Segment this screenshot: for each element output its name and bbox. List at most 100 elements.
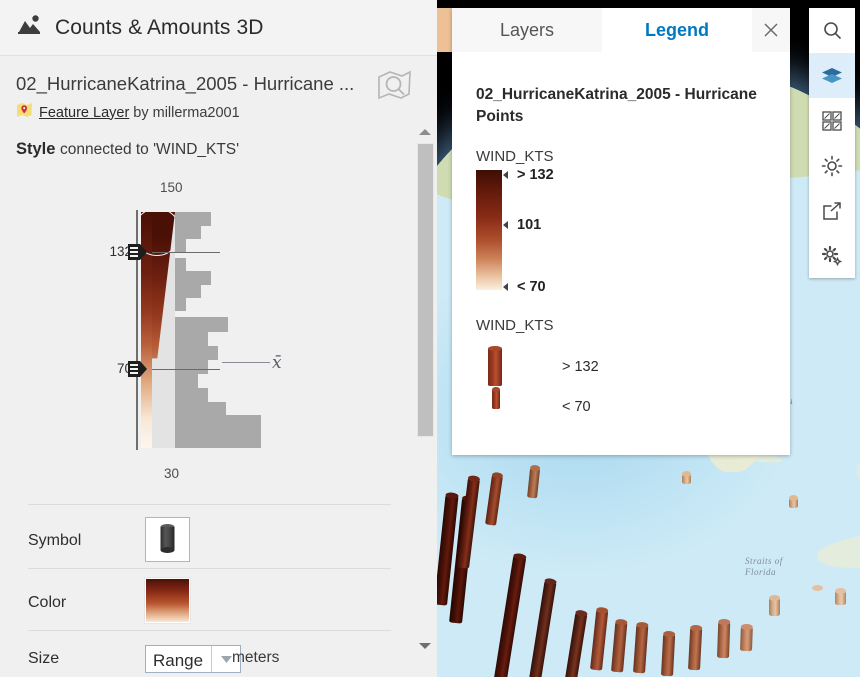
style-connection-text: Style connected to 'WIND_KTS' [16,140,239,159]
ramp-label-mid: 101 [517,217,542,233]
color-row-label: Color [28,594,67,611]
size-mode-value: Range [153,651,204,670]
legend-size-label-small: < 70 [562,399,591,415]
panel-tab-accent-strip [437,8,452,52]
hurricane-cylinder[interactable] [835,588,846,605]
legend-cylinder-large [488,345,502,386]
zoom-to-layer-button[interactable] [374,68,414,109]
histogram-bar [175,402,226,415]
tab-legend[interactable]: Legend [602,8,752,53]
histogram-bar [175,258,186,271]
hurricane-cylinder[interactable] [789,495,798,508]
ramp-tick-high [503,171,508,179]
legend-field-size: WIND_KTS [476,317,554,334]
layer-subtitle: Feature Layer by millerma2001 [16,102,240,123]
upper-handle-tick [152,252,220,253]
toolbar-basemap-button[interactable] [809,98,855,143]
scroll-up-arrow[interactable] [419,129,431,135]
panel-header: Counts & Amounts 3D [0,0,437,56]
histogram-bar [175,239,186,252]
lower-handle-tick [152,369,220,370]
hurricane-cylinder[interactable] [769,595,780,616]
map-pin-icon [16,102,33,123]
close-panel-button[interactable] [752,8,790,53]
lower-slider-handle[interactable] [128,361,147,377]
upper-handle-value: 132 [109,244,132,259]
toolbar-layers-button[interactable] [809,53,855,98]
map-label-straits-of-florida: Straits of Florida [745,556,783,577]
legend-cylinder-small [492,386,500,409]
scrollbar-thumb[interactable] [417,143,434,437]
style-connected-text: connected to 'WIND_KTS' [60,141,240,158]
size-row-label: Size [28,650,60,667]
legend-layer-title: 02_HurricaneKatrina_2005 - Hurricane Poi… [476,86,757,125]
hurricane-cylinder[interactable] [682,471,691,484]
ramp-tick-mid [503,221,508,229]
histogram-bar [175,317,228,332]
legend-panel: Layers Legend 02_HurricaneKatrina_2005 -… [452,8,790,455]
color-ramp-bar [476,170,502,290]
ramp-label-high: > 132 [517,167,554,183]
histogram-bar [175,285,201,298]
histogram-min-label: 30 [164,466,180,481]
zoom-to-layer-icon [378,70,411,100]
row-divider [28,568,391,569]
legend-body: 02_HurricaneKatrina_2005 - Hurricane Poi… [452,52,790,455]
upper-slider-handle[interactable] [128,244,147,260]
scroll-down-arrow[interactable] [419,643,431,649]
basemap-gallery-icon [822,110,842,131]
ramp-label-low: < 70 [517,279,546,295]
hurricane-cylinder[interactable] [661,630,676,677]
tab-layers[interactable]: Layers [452,8,602,53]
histogram-bar [175,360,208,374]
histogram-bar [175,415,261,448]
cylinder-symbol-icon [160,524,175,553]
close-icon [764,23,778,37]
toolbar-share-button[interactable] [809,188,855,233]
histogram-bars [175,212,295,448]
search-icon [823,22,841,40]
size-units-label: meters [232,649,280,666]
histogram-slider[interactable]: 150 30 132 70 x̄ [0,178,410,488]
daylight-icon [821,155,843,176]
hurricane-cylinder[interactable] [740,623,753,652]
histogram-bar [175,226,201,239]
size-mode-select[interactable]: Range [145,645,242,673]
scene-toolbar [809,8,855,278]
style-label: Style [16,140,56,158]
legend-field-color: WIND_KTS [476,148,554,165]
histogram-max-label: 150 [160,180,183,195]
hurricane-cylinder[interactable] [717,618,731,659]
lower-handle-value: 70 [116,361,132,376]
feature-layer-link[interactable]: Feature Layer [39,105,129,121]
row-divider [28,630,391,631]
hurricane-cylinder[interactable] [812,585,823,603]
mean-indicator-line [222,362,270,363]
share-icon [823,201,841,220]
histogram-bar [175,212,211,226]
toolbar-settings-button[interactable] [809,233,855,278]
panel-scrollbar[interactable] [414,121,437,677]
panel-title: Counts & Amounts 3D [55,15,264,39]
legend-size-label-large: > 132 [562,359,599,375]
symbol-swatch-button[interactable] [145,517,190,562]
style-panel: Counts & Amounts 3D 02_HurricaneKatrina_… [0,0,437,677]
row-divider [28,504,391,505]
counts-amounts-3d-icon [17,14,42,41]
settings-gear-icon [821,245,842,266]
symbol-row-label: Symbol [28,532,82,549]
color-ramp-swatch-button[interactable] [145,578,190,623]
histogram-bar [175,346,218,360]
histogram-bar [175,388,208,402]
histogram-bar [175,298,186,311]
layer-author: by millerma2001 [133,104,240,121]
ramp-tick-low [503,283,508,291]
app-root: ALABAMA GEORGIA FLORIDA COASTAL PLAIN Gu… [0,0,860,677]
layers-icon [822,67,842,83]
toolbar-daylight-button[interactable] [809,143,855,188]
hurricane-cylinder[interactable] [688,624,703,671]
histogram-bar [175,271,211,285]
toolbar-search-button[interactable] [809,8,855,53]
histogram-bar [175,374,198,388]
layer-title: 02_HurricaneKatrina_2005 - Hurricane ... [16,73,355,94]
